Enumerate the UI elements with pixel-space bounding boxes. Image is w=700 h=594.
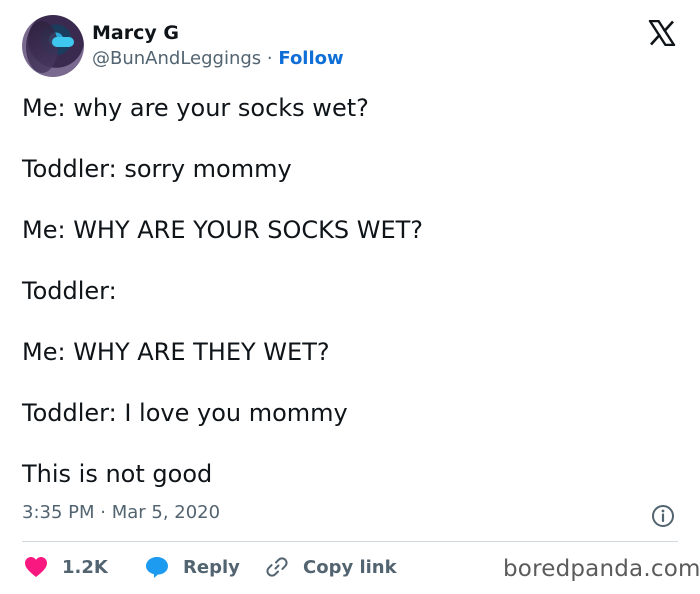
author-handle[interactable]: @BunAndLeggings [92,48,261,69]
x-logo-icon[interactable] [648,20,676,46]
reply-bubble-icon [146,557,168,578]
like-button[interactable]: 1.2K [24,553,108,581]
watermark: boredpanda.com [503,556,700,582]
heart-icon [25,557,47,577]
tweet-card: Marcy G @BunAndLeggings · Follow Me: why… [0,0,700,594]
tweet-timestamp[interactable]: 3:35 PM · Mar 5, 2020 [22,502,220,523]
follow-button[interactable]: Follow [278,48,343,69]
info-icon[interactable] [651,504,675,528]
tweet-line: Me: why are your socks wet? [22,94,369,122]
reply-button[interactable]: Reply [145,553,240,581]
divider [22,541,678,542]
tweet-line: Toddler: [22,277,117,305]
copy-link-label: Copy link [303,556,397,578]
handle-row: @BunAndLeggings · Follow [92,48,344,69]
tweet-line: Toddler: I love you mommy [22,399,348,427]
tweet-line: Me: WHY ARE YOUR SOCKS WET? [22,216,424,244]
handle-separator: · [266,48,273,69]
author-name[interactable]: Marcy G [92,22,179,44]
tweet-line: Toddler: sorry mommy [22,155,292,183]
like-count: 1.2K [62,556,108,578]
reply-label: Reply [183,556,240,578]
tweet-text: Me: why are your socks wet? Toddler: sor… [22,90,682,517]
tweet-line: Me: WHY ARE THEY WET? [22,338,330,366]
copy-link-button[interactable]: Copy link [265,553,397,581]
link-icon [266,557,288,577]
avatar[interactable] [22,15,84,77]
